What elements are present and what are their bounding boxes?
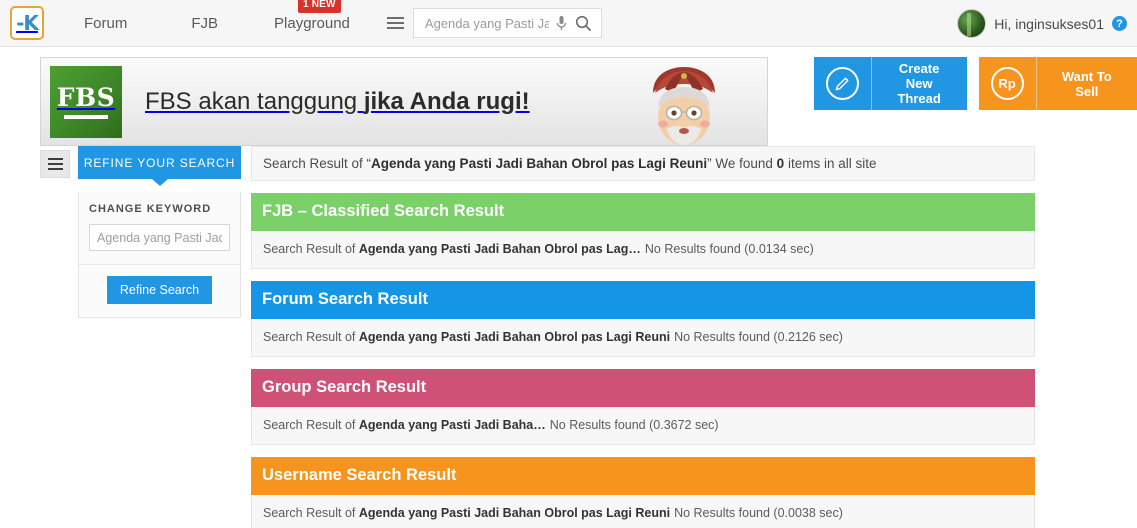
group-row-prefix: Search Result of bbox=[263, 418, 359, 432]
username-row-query: Agenda yang Pasti Jadi Bahan Obrol pas L… bbox=[358, 506, 671, 520]
sidebar-toggle-icon[interactable] bbox=[40, 150, 70, 178]
change-keyword-section: CHANGE KEYWORD bbox=[79, 192, 240, 264]
username-row-prefix: Search Result of bbox=[263, 506, 359, 520]
kaskus-k-icon: -K bbox=[16, 11, 39, 35]
refine-your-search-header: REFINE YOUR SEARCH bbox=[78, 146, 241, 179]
page-body: REFINE YOUR SEARCH CHANGE KEYWORD Refine… bbox=[0, 146, 1137, 528]
create-new-thread-button[interactable]: Create New Thread bbox=[813, 57, 967, 110]
fjb-section-header: FJB – Classified Search Result bbox=[251, 193, 1035, 231]
forum-row-query: Agenda yang Pasti Jadi Bahan Obrol pas L… bbox=[358, 330, 671, 344]
forum-section-row: Search Result of Agenda yang Pasti Jadi … bbox=[251, 319, 1035, 357]
create-thread-line1: Create New bbox=[898, 61, 940, 91]
microphone-icon[interactable] bbox=[551, 15, 573, 32]
cartoon-guru-character bbox=[652, 67, 715, 145]
cta-button-group: Create New Thread Rp Want To Sell bbox=[813, 57, 1137, 110]
user-avatar[interactable] bbox=[957, 9, 987, 38]
section-username: Username Search Result Search Result of … bbox=[251, 457, 1035, 528]
create-thread-line2: Thread bbox=[897, 91, 941, 106]
nav-item-playground-label: Playground bbox=[274, 14, 350, 32]
search-result-summary: Search Result of “Agenda yang Pasti Jadi… bbox=[251, 146, 1035, 181]
summary-middle: ” We found bbox=[707, 156, 777, 171]
fbs-logo-text: FBS bbox=[56, 82, 116, 112]
summary-query: Agenda yang Pasti Jadi Bahan Obrol pas L… bbox=[371, 156, 708, 171]
refine-sidebar: REFINE YOUR SEARCH CHANGE KEYWORD Refine… bbox=[78, 146, 241, 528]
fjb-row-prefix: Search Result of bbox=[263, 242, 359, 256]
refine-panel: CHANGE KEYWORD Refine Search bbox=[78, 192, 241, 318]
group-section-row: Search Result of Agenda yang Pasti Jadi … bbox=[251, 407, 1035, 445]
want-to-sell-label: Want To Sell bbox=[1061, 68, 1112, 99]
top-navigation-bar: -K Forum FJB Playground 1 NEW Agenda yan… bbox=[0, 0, 1137, 47]
fbs-logo-underline bbox=[64, 114, 108, 119]
user-area: Hi, inginsukses01 ? bbox=[957, 0, 1127, 47]
forum-section-header: Forum Search Result bbox=[251, 281, 1035, 319]
fjb-section-row: Search Result of Agenda yang Pasti Jadi … bbox=[251, 231, 1035, 269]
change-keyword-input[interactable] bbox=[89, 224, 230, 251]
section-forum: Forum Search Result Search Result of Age… bbox=[251, 281, 1035, 357]
refine-action-section: Refine Search bbox=[79, 264, 240, 317]
group-row-query: Agenda yang Pasti Jadi Baha… bbox=[358, 418, 546, 432]
rupiah-icon: Rp bbox=[979, 57, 1037, 110]
search-input[interactable] bbox=[422, 14, 551, 32]
group-row-suffix: No Results found (0.3672 sec) bbox=[549, 418, 719, 432]
search-icon[interactable] bbox=[573, 15, 595, 32]
hamburger-menu-icon[interactable] bbox=[377, 8, 413, 38]
left-rail bbox=[40, 146, 78, 528]
summary-suffix: items in all site bbox=[784, 156, 877, 171]
fjb-row-query: Agenda yang Pasti Jadi Bahan Obrol pas L… bbox=[358, 242, 641, 256]
nav-item-playground[interactable]: Playground 1 NEW bbox=[270, 0, 354, 32]
create-new-thread-label: Create New Thread bbox=[872, 61, 967, 106]
section-fjb: FJB – Classified Search Result Search Re… bbox=[251, 193, 1035, 269]
pencil-icon bbox=[814, 57, 872, 110]
forum-row-prefix: Search Result of bbox=[263, 330, 359, 344]
rupiah-icon-text: Rp bbox=[990, 67, 1024, 100]
change-keyword-label: CHANGE KEYWORD bbox=[89, 203, 212, 215]
summary-prefix: Search Result of “ bbox=[263, 156, 372, 171]
advertisement-text-bold: jika Anda rugi! bbox=[363, 87, 530, 115]
username-section-header: Username Search Result bbox=[251, 457, 1035, 495]
group-section-header: Group Search Result bbox=[251, 369, 1035, 407]
section-group: Group Search Result Search Result of Age… bbox=[251, 369, 1035, 445]
fbs-logo: FBS bbox=[50, 65, 122, 138]
user-greeting[interactable]: Hi, inginsukses01 bbox=[994, 16, 1104, 32]
nav-item-fjb[interactable]: FJB bbox=[187, 15, 222, 32]
advertisement-text: FBS akan tanggung jika Anda rugi! bbox=[145, 88, 530, 116]
advertisement-banner[interactable]: FBS FBS akan tanggung jika Anda rugi! bbox=[40, 57, 768, 146]
fjb-row-suffix: No Results found (0.0134 sec) bbox=[644, 242, 814, 256]
advertisement-text-regular: FBS akan tanggung bbox=[145, 87, 364, 115]
search-results-column: Search Result of “Agenda yang Pasti Jadi… bbox=[241, 146, 1137, 528]
nav-item-forum[interactable]: Forum bbox=[80, 15, 131, 32]
forum-row-suffix: No Results found (0.2126 sec) bbox=[674, 330, 843, 344]
kaskus-logo[interactable]: -K bbox=[10, 6, 44, 40]
want-to-sell-button[interactable]: Rp Want To Sell bbox=[978, 57, 1137, 110]
playground-new-badge: 1 NEW bbox=[298, 0, 341, 13]
username-section-row: Search Result of Agenda yang Pasti Jadi … bbox=[251, 495, 1035, 528]
refine-search-button[interactable]: Refine Search bbox=[106, 276, 213, 304]
help-icon[interactable]: ? bbox=[1112, 16, 1127, 31]
search-box bbox=[412, 8, 602, 38]
banner-row: FBS FBS akan tanggung jika Anda rugi! Cr… bbox=[0, 47, 1137, 146]
username-row-suffix: No Results found (0.0038 sec) bbox=[674, 506, 843, 520]
search-area bbox=[377, 8, 602, 38]
